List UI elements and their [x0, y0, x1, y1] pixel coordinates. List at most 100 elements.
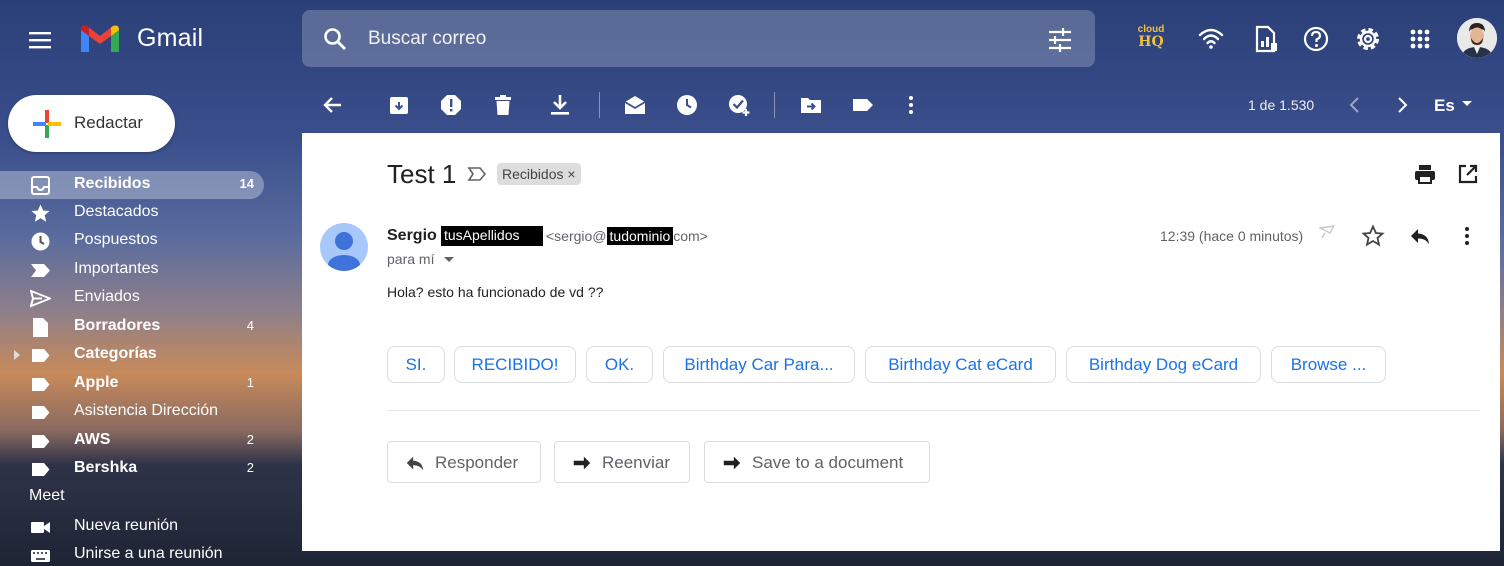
sidebar-item-asistencia-direccion[interactable]: Asistencia Dirección: [0, 398, 264, 426]
meet-join-meeting[interactable]: Unirse a una reunión: [0, 541, 264, 566]
smart-reply-chip[interactable]: Birthday Car Para...: [663, 346, 855, 383]
redacted-domain: tudominio: [606, 227, 674, 245]
keyboard-icon: [30, 545, 51, 566]
email-timestamp: 12:39 (hace 0 minutos): [1160, 228, 1304, 244]
cloudhq-line2: HQ: [1138, 34, 1164, 50]
sidebar-item-destacados[interactable]: Destacados: [0, 199, 264, 227]
sidebar-item-label: Enviados: [74, 288, 140, 305]
sidebar-item-bershka[interactable]: Bershka 2: [0, 455, 264, 476]
draft-icon: [30, 317, 51, 338]
expand-arrow-icon[interactable]: [12, 349, 22, 361]
star-toggle-icon[interactable]: [1361, 224, 1385, 248]
snooze-clock-icon[interactable]: [675, 93, 699, 117]
add-task-icon[interactable]: [727, 93, 751, 117]
more-options-icon[interactable]: [899, 93, 923, 117]
settings-gear-icon[interactable]: [1353, 24, 1383, 54]
cloudhq-icon[interactable]: cloud HQ: [1132, 25, 1170, 53]
reply-icon: [404, 452, 426, 474]
back-arrow-icon[interactable]: [321, 93, 345, 117]
label-icon: [30, 431, 51, 452]
sidebar-item-borradores[interactable]: Borradores 4: [0, 313, 264, 341]
sender-email-prefix: <sergio@: [546, 228, 607, 244]
open-new-window-icon[interactable]: [1456, 162, 1480, 186]
tracking-icon: [1319, 225, 1335, 239]
sidebar-item-label: Destacados: [74, 203, 159, 220]
smart-reply-chip[interactable]: Birthday Cat eCard: [865, 346, 1056, 383]
mark-unread-icon[interactable]: [623, 93, 647, 117]
sidebar-item-count: 14: [239, 176, 254, 191]
save-document-label: Save to a document: [752, 453, 904, 472]
recipient-dropdown-icon[interactable]: [444, 256, 455, 264]
compose-button[interactable]: Redactar: [8, 95, 175, 152]
print-icon[interactable]: [1413, 162, 1437, 186]
toolbar-divider: [774, 92, 775, 118]
help-icon[interactable]: [1301, 24, 1331, 54]
chevron-left-icon[interactable]: [1343, 93, 1367, 117]
forward-icon: [571, 452, 593, 474]
save-to-document-button[interactable]: Save to a document: [704, 441, 930, 483]
language-label: Es: [1434, 96, 1455, 115]
sidebar-item-label: Borradores: [74, 317, 161, 334]
search-options-icon[interactable]: [1046, 26, 1074, 54]
sidebar-item-enviados[interactable]: Enviados: [0, 284, 264, 312]
message-more-icon[interactable]: [1455, 224, 1479, 248]
sidebar-item-count: 2: [246, 460, 254, 475]
label-chip-remove-icon[interactable]: ×: [567, 166, 575, 182]
pagination-count: 1 de 1.530: [1248, 97, 1315, 113]
sidebar-item-count: 2: [246, 432, 254, 447]
meet-item-label: Unirse a una reunión: [74, 545, 223, 562]
gmail-logo-icon[interactable]: [78, 22, 122, 54]
chevron-down-icon[interactable]: [1462, 100, 1472, 108]
meet-item-label: Nueva reunión: [74, 517, 179, 534]
label-chip-recibidos: Recibidos ×: [497, 163, 581, 185]
account-avatar[interactable]: [1457, 18, 1497, 58]
sidebar-item-importantes[interactable]: Importantes: [0, 256, 264, 284]
smart-reply-chip[interactable]: RECIBIDO!: [454, 346, 576, 383]
sidebar-item-categorias[interactable]: Categorías: [0, 341, 264, 369]
hamburger-icon: [29, 32, 51, 49]
sender-email-suffix: com>: [673, 228, 708, 244]
sidebar-item-apple[interactable]: Apple 1: [0, 370, 264, 398]
search-icon[interactable]: [322, 26, 348, 52]
main-menu-button[interactable]: [22, 22, 58, 58]
importance-marker-icon[interactable]: [467, 165, 487, 183]
sidebar-item-recibidos[interactable]: Recibidos 14: [0, 171, 264, 199]
sender-name[interactable]: Sergio: [387, 227, 437, 245]
sidebar-item-label: Importantes: [74, 260, 159, 277]
reply-button[interactable]: Responder: [387, 441, 541, 483]
sidebar-item-pospuestos[interactable]: Pospuestos: [0, 227, 264, 255]
move-to-icon[interactable]: [799, 93, 823, 117]
forward-button[interactable]: Reenviar: [554, 441, 690, 483]
recipient-details[interactable]: para mí: [387, 251, 455, 267]
sidebar-item-count: 1: [246, 375, 254, 390]
smart-reply-chip[interactable]: OK.: [586, 346, 653, 383]
search-input[interactable]: [368, 24, 968, 54]
sidebar-item-label: Apple: [74, 374, 119, 391]
label-as-icon[interactable]: [851, 93, 875, 117]
reply-arrow-icon[interactable]: [1408, 224, 1432, 248]
meet-new-meeting[interactable]: Nueva reunión: [0, 513, 264, 541]
sender-avatar[interactable]: [320, 223, 368, 271]
report-spam-icon[interactable]: [439, 93, 463, 117]
smart-reply-chip[interactable]: Browse ...: [1271, 346, 1386, 383]
sidebar-item-label: Bershka: [74, 459, 138, 476]
apps-grid-icon[interactable]: [1405, 24, 1435, 54]
sidebar-item-label: AWS: [74, 431, 111, 448]
sidebar-item-aws[interactable]: AWS 2: [0, 427, 264, 455]
smart-reply-chip[interactable]: Birthday Dog eCard: [1066, 346, 1261, 383]
document-stats-icon[interactable]: [1252, 24, 1282, 54]
label-chip-text: Recibidos: [502, 166, 564, 182]
input-language-selector[interactable]: Es: [1434, 96, 1455, 116]
user-avatar-icon: [1457, 18, 1497, 58]
wifi-icon[interactable]: [1196, 24, 1226, 54]
label-icon: [30, 402, 51, 423]
delete-icon[interactable]: [491, 93, 515, 117]
smart-reply-chip[interactable]: SI.: [387, 346, 445, 383]
reply-label: Responder: [435, 453, 519, 472]
archive-icon[interactable]: [387, 93, 411, 117]
inbox-icon: [30, 175, 51, 196]
recipient-label: para mí: [387, 251, 435, 267]
compose-plus-icon: [30, 107, 64, 141]
download-icon[interactable]: [548, 93, 572, 117]
chevron-right-icon[interactable]: [1390, 93, 1414, 117]
